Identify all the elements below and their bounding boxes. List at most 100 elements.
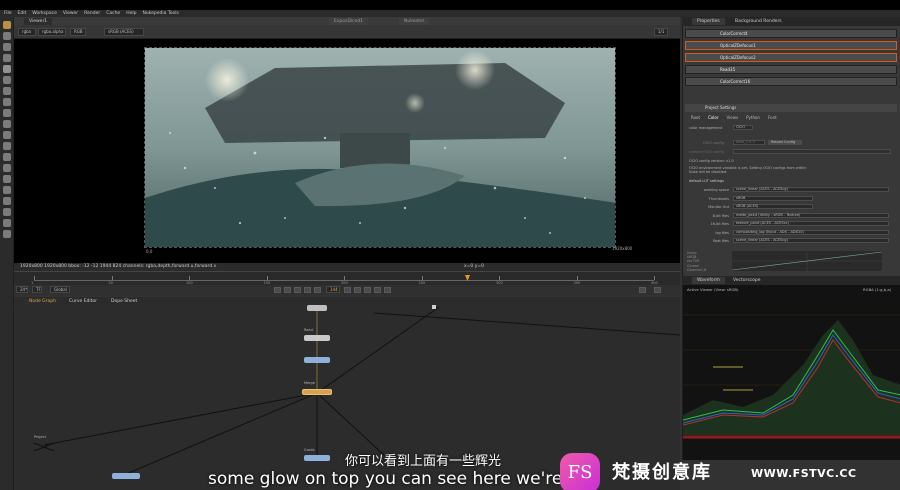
channel-select[interactable]: rgba — [18, 28, 36, 36]
lut-field-select[interactable]: sRGB (ACES) — [733, 204, 813, 209]
menu-nukepedia[interactable]: Nukepedia Tools — [142, 11, 178, 16]
lut-field-select[interactable]: sRGB — [733, 195, 813, 201]
first-frame-button[interactable] — [274, 287, 281, 293]
node-colorcorrect[interactable] — [304, 357, 330, 363]
custom-ocio-field[interactable] — [733, 149, 891, 154]
furnace-icon[interactable] — [3, 175, 11, 183]
lut-field-select[interactable]: scene_linear (ACES - ACEScg) — [733, 238, 889, 243]
watermark-logo: FS — [560, 453, 600, 490]
metadata-icon[interactable] — [3, 142, 11, 150]
tab-viewer1[interactable]: Viewer1 — [24, 18, 53, 25]
node-grade-2[interactable] — [304, 455, 330, 461]
toolsets-icon[interactable] — [3, 153, 11, 161]
viewer-image — [144, 47, 616, 248]
subtab-python[interactable]: Python — [746, 114, 760, 121]
step-back-button[interactable] — [314, 287, 321, 293]
node-label-project: Project — [34, 435, 46, 439]
lut-list-item[interactable]: Gamma1.8 — [687, 268, 727, 272]
alpha-select[interactable]: rgba.alpha — [38, 28, 66, 36]
node-label-read: Read — [304, 328, 313, 332]
views-icon[interactable] — [3, 131, 11, 139]
subtab-font[interactable]: Font — [768, 114, 777, 121]
menu-workspace[interactable]: Workspace — [32, 11, 57, 16]
tab-node-graph[interactable]: Node Graph — [24, 298, 61, 305]
image-icon[interactable] — [3, 21, 11, 29]
tab-nukeatel[interactable]: Nukeatel — [399, 18, 429, 25]
gizmo-icon[interactable] — [3, 230, 11, 238]
prev-key-button[interactable] — [284, 287, 291, 293]
node-dot[interactable] — [432, 305, 436, 309]
last-frame-button[interactable] — [384, 287, 391, 293]
menu-viewer[interactable]: Viewer — [63, 11, 78, 16]
play-forward-button[interactable] — [354, 287, 361, 293]
deep-icon[interactable] — [3, 197, 11, 205]
property-node-row[interactable]: ColorCorrect4 — [685, 29, 897, 38]
global-select[interactable]: Global — [50, 286, 70, 293]
lut-field-select[interactable]: matte_paint (Utility - sRGB - Texture) — [733, 212, 889, 218]
play-back-button[interactable] — [304, 287, 311, 293]
timeline-tick-mark — [654, 276, 655, 280]
lut-field-select[interactable]: texture_paint (ACES - ACEScc) — [733, 221, 889, 226]
color-icon[interactable] — [3, 65, 11, 73]
plugin-icon[interactable] — [3, 219, 11, 227]
ocio-version-text: OCIO config version: v1.0 — [689, 159, 734, 163]
tab-background-renders[interactable]: Background Renders — [730, 18, 787, 25]
display-select[interactable]: RGB — [70, 28, 86, 36]
tab-properties[interactable]: Properties — [692, 18, 725, 25]
property-node-row[interactable]: OpticalZDefocus1 — [685, 41, 897, 50]
menu-cache[interactable]: Cache — [106, 11, 120, 16]
particles-icon[interactable] — [3, 186, 11, 194]
time-icon[interactable] — [3, 43, 11, 51]
subtab-views[interactable]: Views — [727, 114, 739, 121]
property-node-row[interactable]: Read35 — [685, 65, 897, 74]
other-icon[interactable] — [3, 164, 11, 172]
ocio-config-select[interactable]: aces_1.0.3 — [733, 140, 765, 145]
next-key-button[interactable] — [374, 287, 381, 293]
prev-frame-button[interactable] — [294, 287, 301, 293]
tab-curve-editor[interactable]: Curve Editor — [64, 298, 102, 305]
scope-source: Active Viewer (View: sRGB) — [687, 287, 739, 292]
menu-edit[interactable]: Edit — [18, 11, 27, 16]
node-merge-selected[interactable] — [302, 389, 332, 395]
menu-file[interactable]: File — [4, 11, 12, 16]
node-read[interactable] — [304, 335, 330, 341]
python-icon[interactable] — [3, 208, 11, 216]
step-forward-button[interactable] — [344, 287, 351, 293]
fps-field[interactable]: 24* — [16, 286, 28, 293]
menu-help[interactable]: Help — [126, 11, 136, 16]
3d-icon[interactable] — [3, 120, 11, 128]
color-management-select[interactable]: OCIO — [733, 125, 753, 130]
timeline-tick-mark — [266, 276, 268, 280]
scope-tab-bar: Waveform Vectorscope — [682, 276, 900, 285]
node-grade[interactable] — [112, 473, 140, 479]
loop-button[interactable] — [639, 287, 646, 293]
proxy-select[interactable]: 1/1 — [654, 28, 668, 36]
tab-waveform[interactable]: Waveform — [692, 277, 725, 284]
tf-toggle[interactable]: TF — [32, 286, 42, 293]
realtime-button[interactable] — [654, 287, 661, 293]
subtab-root[interactable]: Root — [691, 114, 700, 121]
view-transform-select[interactable]: sRGB (ACES) — [104, 28, 144, 36]
project-settings-header[interactable]: Project Settings — [685, 104, 897, 112]
property-node-row[interactable]: OpticalZDefocus2 — [685, 53, 897, 62]
menu-render[interactable]: Render — [84, 11, 100, 16]
filter-icon[interactable] — [3, 76, 11, 84]
channel-icon[interactable] — [3, 54, 11, 62]
reload-config-button[interactable]: Reload Config — [768, 140, 802, 145]
merge-icon[interactable] — [3, 98, 11, 106]
viewer-canvas[interactable]: 1920x800 0,0 — [14, 39, 680, 263]
subtab-color[interactable]: Color — [708, 114, 718, 121]
tab-dope-sheet[interactable]: Dope Sheet — [106, 298, 142, 305]
next-frame-button[interactable] — [364, 287, 371, 293]
tab-vectorscope[interactable]: Vectorscope — [728, 277, 766, 284]
node-top[interactable] — [307, 305, 327, 311]
current-frame-field[interactable]: 144 — [326, 286, 340, 293]
keyer-icon[interactable] — [3, 87, 11, 95]
draw-icon[interactable] — [3, 32, 11, 40]
transform-icon[interactable] — [3, 109, 11, 117]
timeline[interactable]: 1 50 100 150 200 250 300 350 400 — [14, 271, 680, 285]
property-node-row[interactable]: ColorCorrect16 — [685, 77, 897, 86]
lut-field-select[interactable]: scene_linear (ACES - ACEScg) — [733, 187, 889, 192]
tab-exposdiced[interactable]: ExposDiced1 — [329, 18, 369, 25]
lut-field-select[interactable]: compositing_log (Input - ADX - ADX10) — [733, 229, 889, 235]
